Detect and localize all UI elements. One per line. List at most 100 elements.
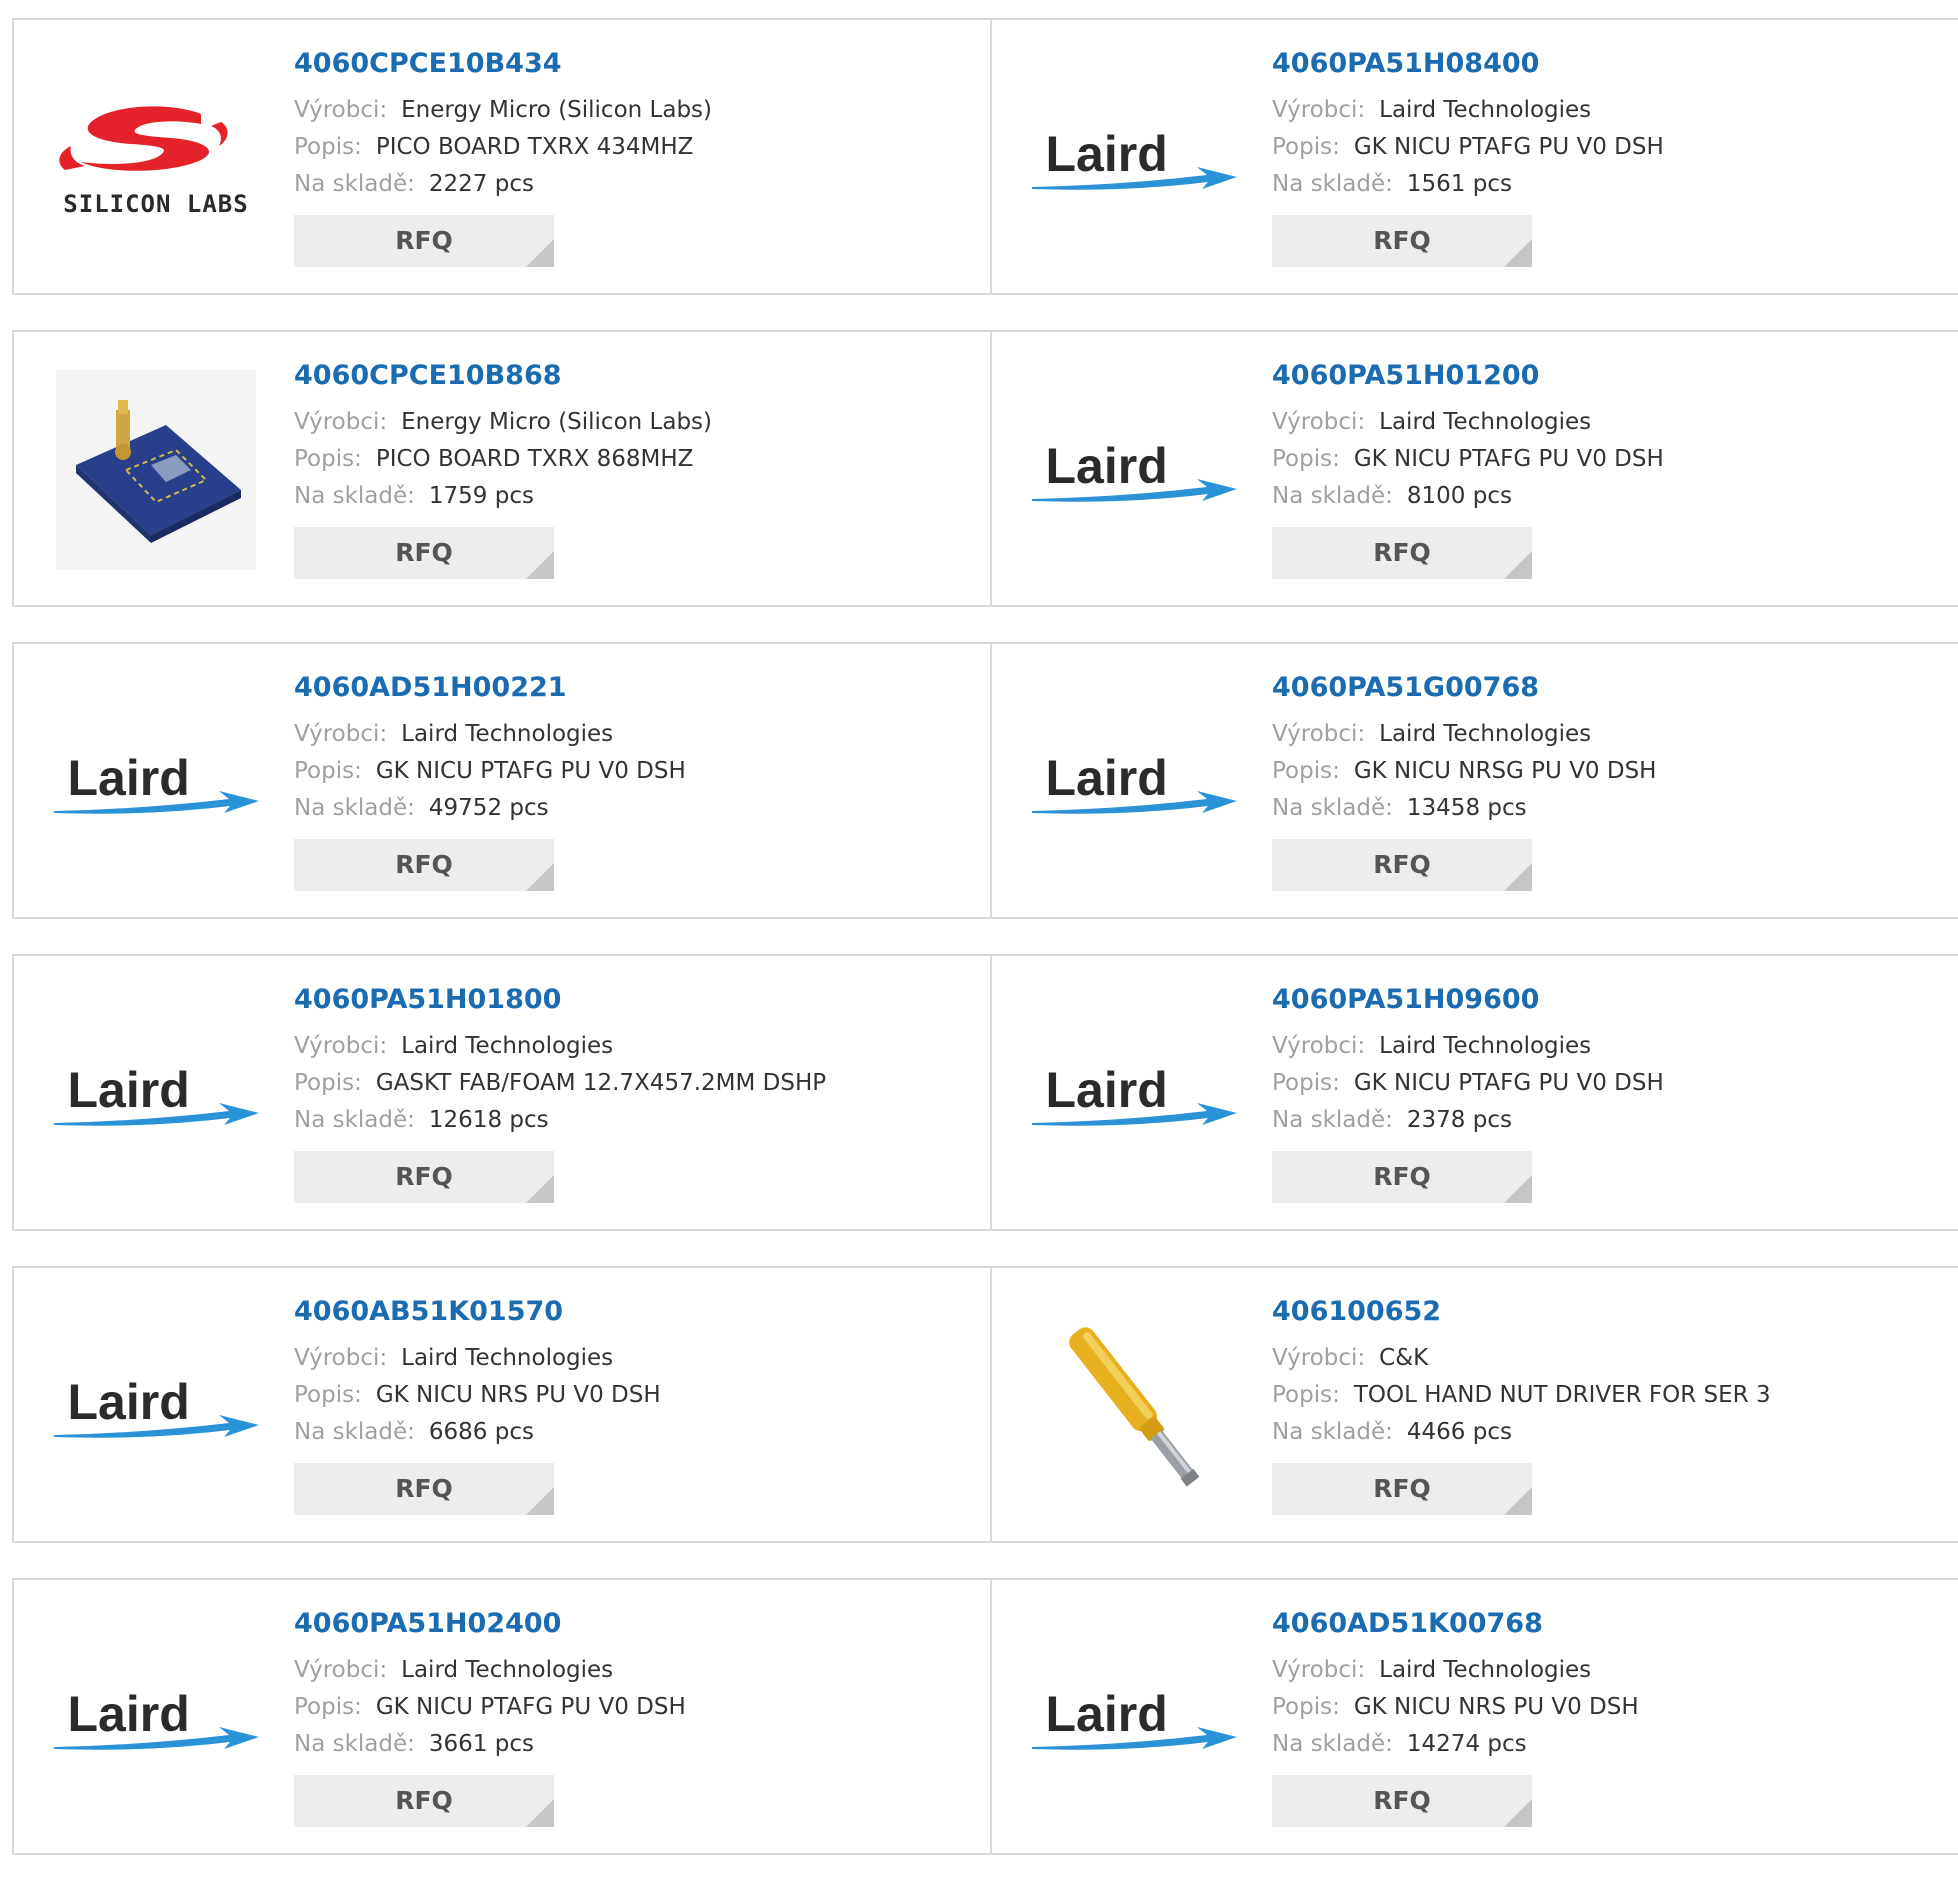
- description-label: Popis:: [1272, 1382, 1340, 1408]
- part-number-link[interactable]: 4060AB51K01570: [294, 1294, 661, 1330]
- rfq-button[interactable]: RFQ: [1272, 1151, 1532, 1203]
- product-image[interactable]: [1028, 1308, 1240, 1508]
- manufacturer-value: Laird Technologies: [1379, 409, 1592, 435]
- description-row: Popis: GASKT FAB/FOAM 12.7X457.2MM DSHP: [294, 1065, 826, 1102]
- description-value: GK NICU NRSG PU V0 DSH: [1353, 758, 1657, 784]
- rfq-button[interactable]: RFQ: [294, 215, 554, 267]
- stock-value: 12618 pcs: [428, 1107, 549, 1133]
- product-card: Laird 4060AB51K01570 Výrobci: Laird Techn…: [12, 1266, 991, 1543]
- part-number-link[interactable]: 4060PA51H09600: [1272, 982, 1664, 1018]
- rfq-button[interactable]: RFQ: [294, 1775, 554, 1827]
- description-value: TOOL HAND NUT DRIVER FOR SER 3: [1353, 1382, 1771, 1408]
- rfq-button[interactable]: RFQ: [1272, 1463, 1532, 1515]
- part-number-link[interactable]: 4060AD51K00768: [1272, 1606, 1639, 1642]
- product-image[interactable]: Laird: [1028, 1620, 1240, 1820]
- manufacturer-label: Výrobci:: [1272, 409, 1366, 435]
- description-value: GK NICU PTAFG PU V0 DSH: [1353, 1070, 1664, 1096]
- stock-row: Na skladě: 2227 pcs: [294, 166, 712, 203]
- rfq-button[interactable]: RFQ: [294, 1463, 554, 1515]
- product-card: Laird 4060PA51G00768 Výrobci: Laird Techn…: [991, 642, 1958, 919]
- product-info: 4060PA51H09600 Výrobci: Laird Technologie…: [1272, 982, 1664, 1203]
- laird-swoosh-icon: [1031, 1103, 1237, 1126]
- rfq-button[interactable]: RFQ: [1272, 1775, 1532, 1827]
- rfq-label: RFQ: [1373, 1786, 1431, 1815]
- stock-value: 1561 pcs: [1406, 171, 1512, 197]
- product-card: Laird 4060PA51H08400 Výrobci: Laird Techn…: [991, 18, 1958, 295]
- description-value: GK NICU NRS PU V0 DSH: [1353, 1694, 1639, 1720]
- description-label: Popis:: [294, 446, 362, 472]
- part-number-link[interactable]: 4060PA51H08400: [1272, 46, 1664, 82]
- stock-label: Na skladě:: [1272, 1731, 1393, 1757]
- stock-row: Na skladě: 14274 pcs: [1272, 1726, 1639, 1763]
- description-label: Popis:: [1272, 446, 1340, 472]
- rfq-corner-decoration: [526, 863, 554, 891]
- manufacturer-label: Výrobci:: [1272, 1033, 1366, 1059]
- stock-value: 2227 pcs: [428, 171, 534, 197]
- description-row: Popis: TOOL HAND NUT DRIVER FOR SER 3: [1272, 1377, 1771, 1414]
- product-image[interactable]: Laird: [1028, 60, 1240, 260]
- manufacturer-label: Výrobci:: [294, 721, 388, 747]
- rfq-corner-decoration: [526, 239, 554, 267]
- stock-value: 2378 pcs: [1406, 1107, 1512, 1133]
- stock-label: Na skladě:: [1272, 795, 1393, 821]
- part-number-link[interactable]: 406100652: [1272, 1294, 1771, 1330]
- manufacturer-value: Laird Technologies: [1379, 1033, 1592, 1059]
- product-info: 4060AB51K01570 Výrobci: Laird Technologie…: [294, 1294, 661, 1515]
- product-image[interactable]: Laird: [1028, 372, 1240, 572]
- stock-label: Na skladě:: [1272, 171, 1393, 197]
- part-number-link[interactable]: 4060PA51G00768: [1272, 670, 1656, 706]
- laird-swoosh-icon: [1031, 167, 1237, 190]
- silicon-labs-mark-icon: [59, 106, 228, 171]
- manufacturer-row: Výrobci: Laird Technologies: [1272, 1028, 1664, 1065]
- product-image[interactable]: SILICON LABS: [50, 60, 262, 260]
- part-number-link[interactable]: 4060PA51H01200: [1272, 358, 1664, 394]
- product-info: 4060AD51K00768 Výrobci: Laird Technologie…: [1272, 1606, 1639, 1827]
- manufacturer-value: C&K: [1379, 1345, 1429, 1371]
- stock-label: Na skladě:: [294, 795, 415, 821]
- product-image[interactable]: Laird: [1028, 996, 1240, 1196]
- description-label: Popis:: [294, 1694, 362, 1720]
- part-number-link[interactable]: 4060CPCE10B434: [294, 46, 712, 82]
- manufacturer-value: Energy Micro (Silicon Labs): [401, 409, 712, 435]
- product-image[interactable]: [50, 370, 262, 572]
- rfq-label: RFQ: [1373, 1162, 1431, 1191]
- description-row: Popis: GK NICU NRS PU V0 DSH: [1272, 1689, 1639, 1726]
- product-card: Laird 4060AD51K00768 Výrobci: Laird Techn…: [991, 1578, 1958, 1855]
- product-image[interactable]: Laird: [50, 1620, 262, 1820]
- stock-label: Na skladě:: [1272, 1419, 1393, 1445]
- manufacturer-row: Výrobci: Energy Micro (Silicon Labs): [294, 404, 712, 441]
- rfq-button[interactable]: RFQ: [1272, 527, 1532, 579]
- rfq-button[interactable]: RFQ: [294, 839, 554, 891]
- product-image[interactable]: Laird: [50, 1308, 262, 1508]
- stock-row: Na skladě: 8100 pcs: [1272, 478, 1664, 515]
- product-image[interactable]: Laird: [1028, 684, 1240, 884]
- product-info: 4060PA51H01200 Výrobci: Laird Technologie…: [1272, 358, 1664, 579]
- manufacturer-row: Výrobci: Energy Micro (Silicon Labs): [294, 92, 712, 129]
- rfq-label: RFQ: [395, 538, 453, 567]
- product-image[interactable]: Laird: [50, 996, 262, 1196]
- rfq-button[interactable]: RFQ: [294, 1151, 554, 1203]
- stock-label: Na skladě:: [294, 1419, 415, 1445]
- part-number-link[interactable]: 4060AD51H00221: [294, 670, 686, 706]
- manufacturer-label: Výrobci:: [1272, 721, 1366, 747]
- part-number-link[interactable]: 4060CPCE10B868: [294, 358, 712, 394]
- description-row: Popis: GK NICU PTAFG PU V0 DSH: [1272, 129, 1664, 166]
- pcb-board-icon: [56, 370, 256, 570]
- product-card: Laird 4060PA51H02400 Výrobci: Laird Techn…: [12, 1578, 991, 1855]
- rfq-button[interactable]: RFQ: [1272, 215, 1532, 267]
- laird-logo: Laird: [53, 1061, 259, 1131]
- description-label: Popis:: [294, 1070, 362, 1096]
- part-number-link[interactable]: 4060PA51H01800: [294, 982, 826, 1018]
- description-value: GK NICU PTAFG PU V0 DSH: [1353, 446, 1664, 472]
- part-number-link[interactable]: 4060PA51H02400: [294, 1606, 686, 1642]
- product-image[interactable]: Laird: [50, 684, 262, 884]
- description-row: Popis: PICO BOARD TXRX 434MHZ: [294, 129, 712, 166]
- rfq-label: RFQ: [395, 226, 453, 255]
- rfq-button[interactable]: RFQ: [294, 527, 554, 579]
- product-info: 406100652 Výrobci: C&K Popis: TOOL HAND NU…: [1272, 1294, 1771, 1515]
- rfq-label: RFQ: [1373, 1474, 1431, 1503]
- manufacturer-label: Výrobci:: [1272, 1657, 1366, 1683]
- rfq-button[interactable]: RFQ: [1272, 839, 1532, 891]
- description-row: Popis: GK NICU NRSG PU V0 DSH: [1272, 753, 1656, 790]
- laird-logo: Laird: [1031, 437, 1237, 507]
